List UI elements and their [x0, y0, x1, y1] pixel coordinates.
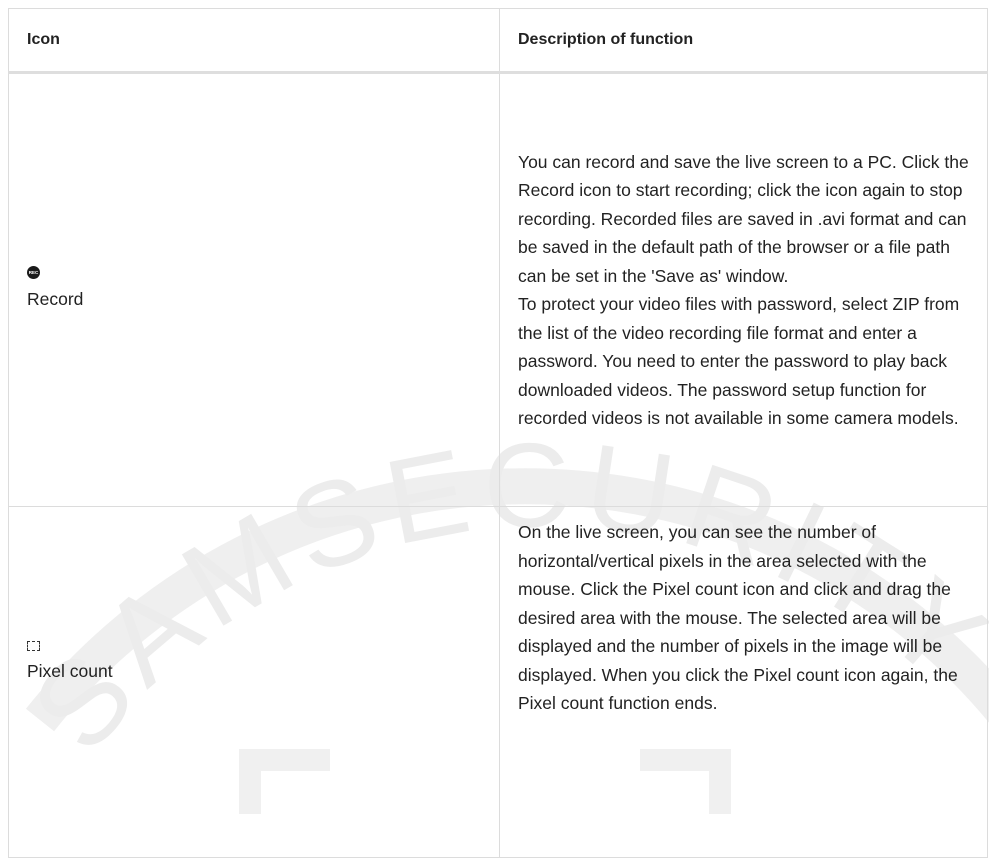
record-password-paragraph: To protect your video files with passwor… — [518, 294, 960, 428]
table-row-pixel-count: Pixel count On the live screen, you can … — [8, 506, 988, 858]
record-label: Record — [27, 289, 84, 310]
header-icon: Icon — [8, 8, 500, 74]
record-icon-cell: REC Record — [8, 72, 500, 507]
pixel-count-description-paragraph: On the live screen, you can see the numb… — [518, 522, 958, 713]
pixel-count-label: Pixel count — [27, 660, 113, 681]
pixel-count-icon-cell: Pixel count — [8, 506, 500, 858]
table-header-row: Icon Description of function — [8, 8, 988, 74]
table-row-record: REC Record You can record and save the l… — [8, 72, 988, 507]
record-description-cell: You can record and save the live screen … — [499, 72, 988, 507]
record-description-paragraph: You can record and save the live screen … — [518, 151, 969, 286]
header-description: Description of function — [499, 8, 988, 74]
function-table-container: Icon Description of function REC Record … — [8, 8, 988, 858]
record-icon: REC — [27, 266, 40, 280]
function-table: Icon Description of function REC Record … — [8, 8, 988, 858]
pixel-count-description-cell: On the live screen, you can see the numb… — [499, 506, 988, 858]
pixel-count-icon — [27, 640, 40, 651]
